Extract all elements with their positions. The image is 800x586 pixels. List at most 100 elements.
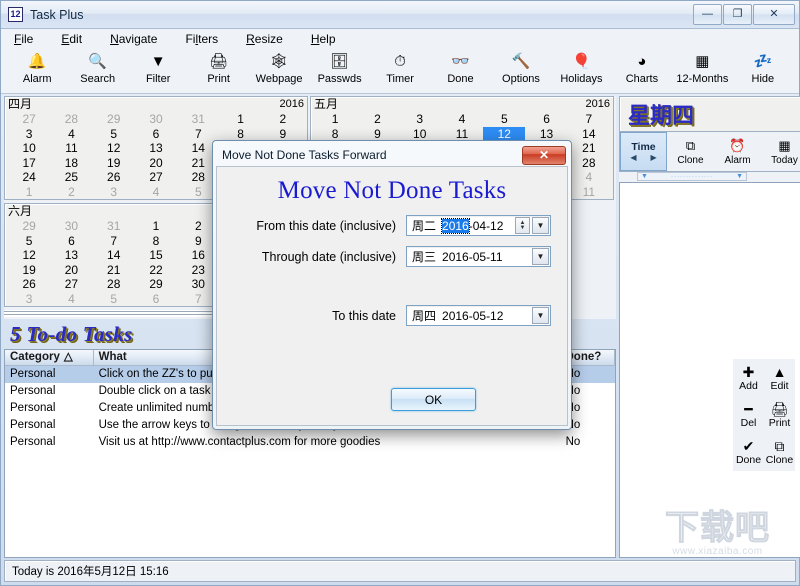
calendar-day[interactable]: 1 — [135, 219, 177, 234]
time-next-icon[interactable]: ▶ — [651, 153, 657, 162]
calendar-day[interactable]: 24 — [8, 170, 50, 185]
calendar-day[interactable]: 14 — [93, 248, 135, 263]
calendar-day[interactable]: 12 — [8, 248, 50, 263]
calendar-day[interactable]: 6 — [525, 112, 567, 127]
task-action-done[interactable]: ✔ Done — [733, 434, 764, 471]
menu-item-resize[interactable]: Resize — [243, 31, 286, 47]
calendar-day[interactable]: 2 — [50, 185, 92, 200]
calendar-day[interactable]: 13 — [50, 248, 92, 263]
toolbar-button-filter[interactable]: ▼ Filter — [128, 49, 188, 93]
calendar-day[interactable]: 18 — [50, 156, 92, 171]
right-tool-alarm[interactable]: ⏰ Alarm — [714, 132, 761, 171]
calendar-day[interactable]: 13 — [135, 141, 177, 156]
calendar-day[interactable]: 8 — [135, 234, 177, 249]
date-month-day[interactable]: -04-12 — [469, 219, 504, 233]
menu-item-file[interactable]: File — [11, 31, 36, 47]
calendar-day[interactable]: 5 — [93, 292, 135, 307]
calendar-day[interactable]: 4 — [568, 170, 610, 185]
toolbar-button-timer[interactable]: ⏱ Timer — [370, 49, 430, 93]
calendar-day[interactable]: 4 — [50, 127, 92, 142]
calendar-day[interactable]: 21 — [93, 263, 135, 278]
calendar-day-selected[interactable]: 12 — [483, 126, 526, 141]
toolbar-button-options[interactable]: 🔨 Options — [491, 49, 551, 93]
toolbar-button-passwds[interactable]: 🗄 Passwds — [309, 49, 369, 93]
maximize-button[interactable]: ❐ — [723, 4, 752, 25]
calendar-day[interactable]: 29 — [93, 112, 135, 127]
calendar-day[interactable]: 5 — [8, 234, 50, 249]
minimize-button[interactable]: — — [693, 4, 722, 25]
chevron-down-icon[interactable]: ▼ — [532, 307, 549, 324]
task-action-edit[interactable]: ▲ Edit — [764, 359, 795, 396]
calendar-day[interactable]: 19 — [8, 263, 50, 278]
calendar-day[interactable]: 11 — [50, 141, 92, 156]
calendar-day[interactable]: 22 — [135, 263, 177, 278]
table-row[interactable]: Personal Visit us at http://www.contactpl… — [5, 434, 615, 451]
close-button[interactable]: ✕ — [753, 4, 795, 25]
calendar-day[interactable]: 30 — [50, 219, 92, 234]
calendar-day[interactable]: 28 — [93, 277, 135, 292]
chevron-down-icon[interactable]: ▼ — [532, 248, 549, 265]
calendar-day[interactable]: 27 — [135, 170, 177, 185]
calendar-day[interactable]: 10 — [399, 127, 441, 142]
calendar-day[interactable]: 10 — [8, 141, 50, 156]
task-action-del[interactable]: ━ Del — [733, 396, 764, 433]
calendar-day[interactable]: 6 — [50, 234, 92, 249]
right-splitter[interactable]: ▼ ·············· ▼ — [619, 172, 800, 182]
toolbar-button-holidays[interactable]: 🎈 Holidays — [551, 49, 611, 93]
date-month-day[interactable]: -05-11 — [469, 250, 503, 264]
calendar-day[interactable]: 28 — [50, 112, 92, 127]
calendar-day[interactable]: 6 — [135, 127, 177, 142]
calendar-day[interactable]: 27 — [8, 112, 50, 127]
calendar-day[interactable]: 21 — [568, 141, 610, 156]
toolbar-button-12-months[interactable]: ▦ 12-Months — [672, 49, 732, 93]
toolbar-button-alarm[interactable]: 🔔 Alarm — [7, 49, 67, 93]
calendar-day[interactable]: 4 — [135, 185, 177, 200]
calendar-day[interactable]: 5 — [483, 112, 525, 127]
date-year[interactable]: 2016 — [441, 217, 470, 234]
task-action-print[interactable]: 🖨 Print — [764, 396, 795, 433]
date-picker-1[interactable]: 周三 2016 -05-11 ▼ — [406, 246, 551, 267]
calendar-day[interactable]: 7 — [93, 234, 135, 249]
right-tool-clone[interactable]: ⧉ Clone — [667, 132, 714, 171]
calendar-day[interactable]: 29 — [8, 219, 50, 234]
right-tool-today[interactable]: ▦ Today — [761, 132, 800, 171]
toolbar-button-print[interactable]: 🖨 Print — [188, 49, 248, 93]
calendar-day[interactable]: 2 — [356, 112, 398, 127]
time-prev-icon[interactable]: ◀ — [630, 153, 636, 162]
task-action-clone[interactable]: ⧉ Clone — [764, 434, 795, 471]
calendar-day[interactable]: 3 — [8, 292, 50, 307]
date-spinner[interactable]: ▲ ▼ — [515, 217, 530, 234]
calendar-day[interactable]: 25 — [50, 170, 92, 185]
calendar-day[interactable]: 2 — [262, 112, 304, 127]
right-tool-time[interactable]: Time ◀ ▶ — [620, 132, 667, 171]
chevron-down-icon[interactable]: ▼ — [532, 217, 549, 234]
calendar-day[interactable]: 4 — [50, 292, 92, 307]
calendar-day[interactable]: 15 — [135, 248, 177, 263]
calendar-day[interactable]: 5 — [93, 127, 135, 142]
menu-item-filters[interactable]: Filters — [182, 31, 221, 47]
calendar-day[interactable]: 27 — [50, 277, 92, 292]
calendar-day[interactable]: 7 — [568, 112, 610, 127]
calendar-day[interactable]: 1 — [314, 112, 356, 127]
toolbar-button-webpage[interactable]: 🕸 Webpage — [249, 49, 309, 93]
toolbar-button-done[interactable]: 👓 Done — [430, 49, 490, 93]
calendar-day[interactable]: 1 — [219, 112, 261, 127]
date-year[interactable]: 2016 — [442, 250, 469, 264]
calendar-day[interactable]: 3 — [399, 112, 441, 127]
date-month-day[interactable]: -05-12 — [469, 309, 504, 323]
toolbar-button-charts[interactable]: ◕ Charts — [612, 49, 672, 93]
calendar-day[interactable]: 29 — [135, 277, 177, 292]
calendar-day[interactable]: 11 — [441, 127, 483, 142]
calendar-day[interactable]: 12 — [93, 141, 135, 156]
calendar-day[interactable]: 4 — [441, 112, 483, 127]
toolbar-button-search[interactable]: 🔍 Search — [67, 49, 127, 93]
calendar-day[interactable]: 31 — [93, 219, 135, 234]
calendar-day[interactable]: 3 — [8, 127, 50, 142]
menu-item-navigate[interactable]: Navigate — [107, 31, 160, 47]
date-picker-0[interactable]: 周二 2016 -04-12 ▲ ▼ ▼ — [406, 215, 551, 236]
calendar-day[interactable]: 3 — [93, 185, 135, 200]
task-action-add[interactable]: ✚ Add — [733, 359, 764, 396]
calendar-day[interactable]: 30 — [135, 112, 177, 127]
calendar-day[interactable]: 1 — [8, 185, 50, 200]
date-year[interactable]: 2016 — [442, 309, 469, 323]
